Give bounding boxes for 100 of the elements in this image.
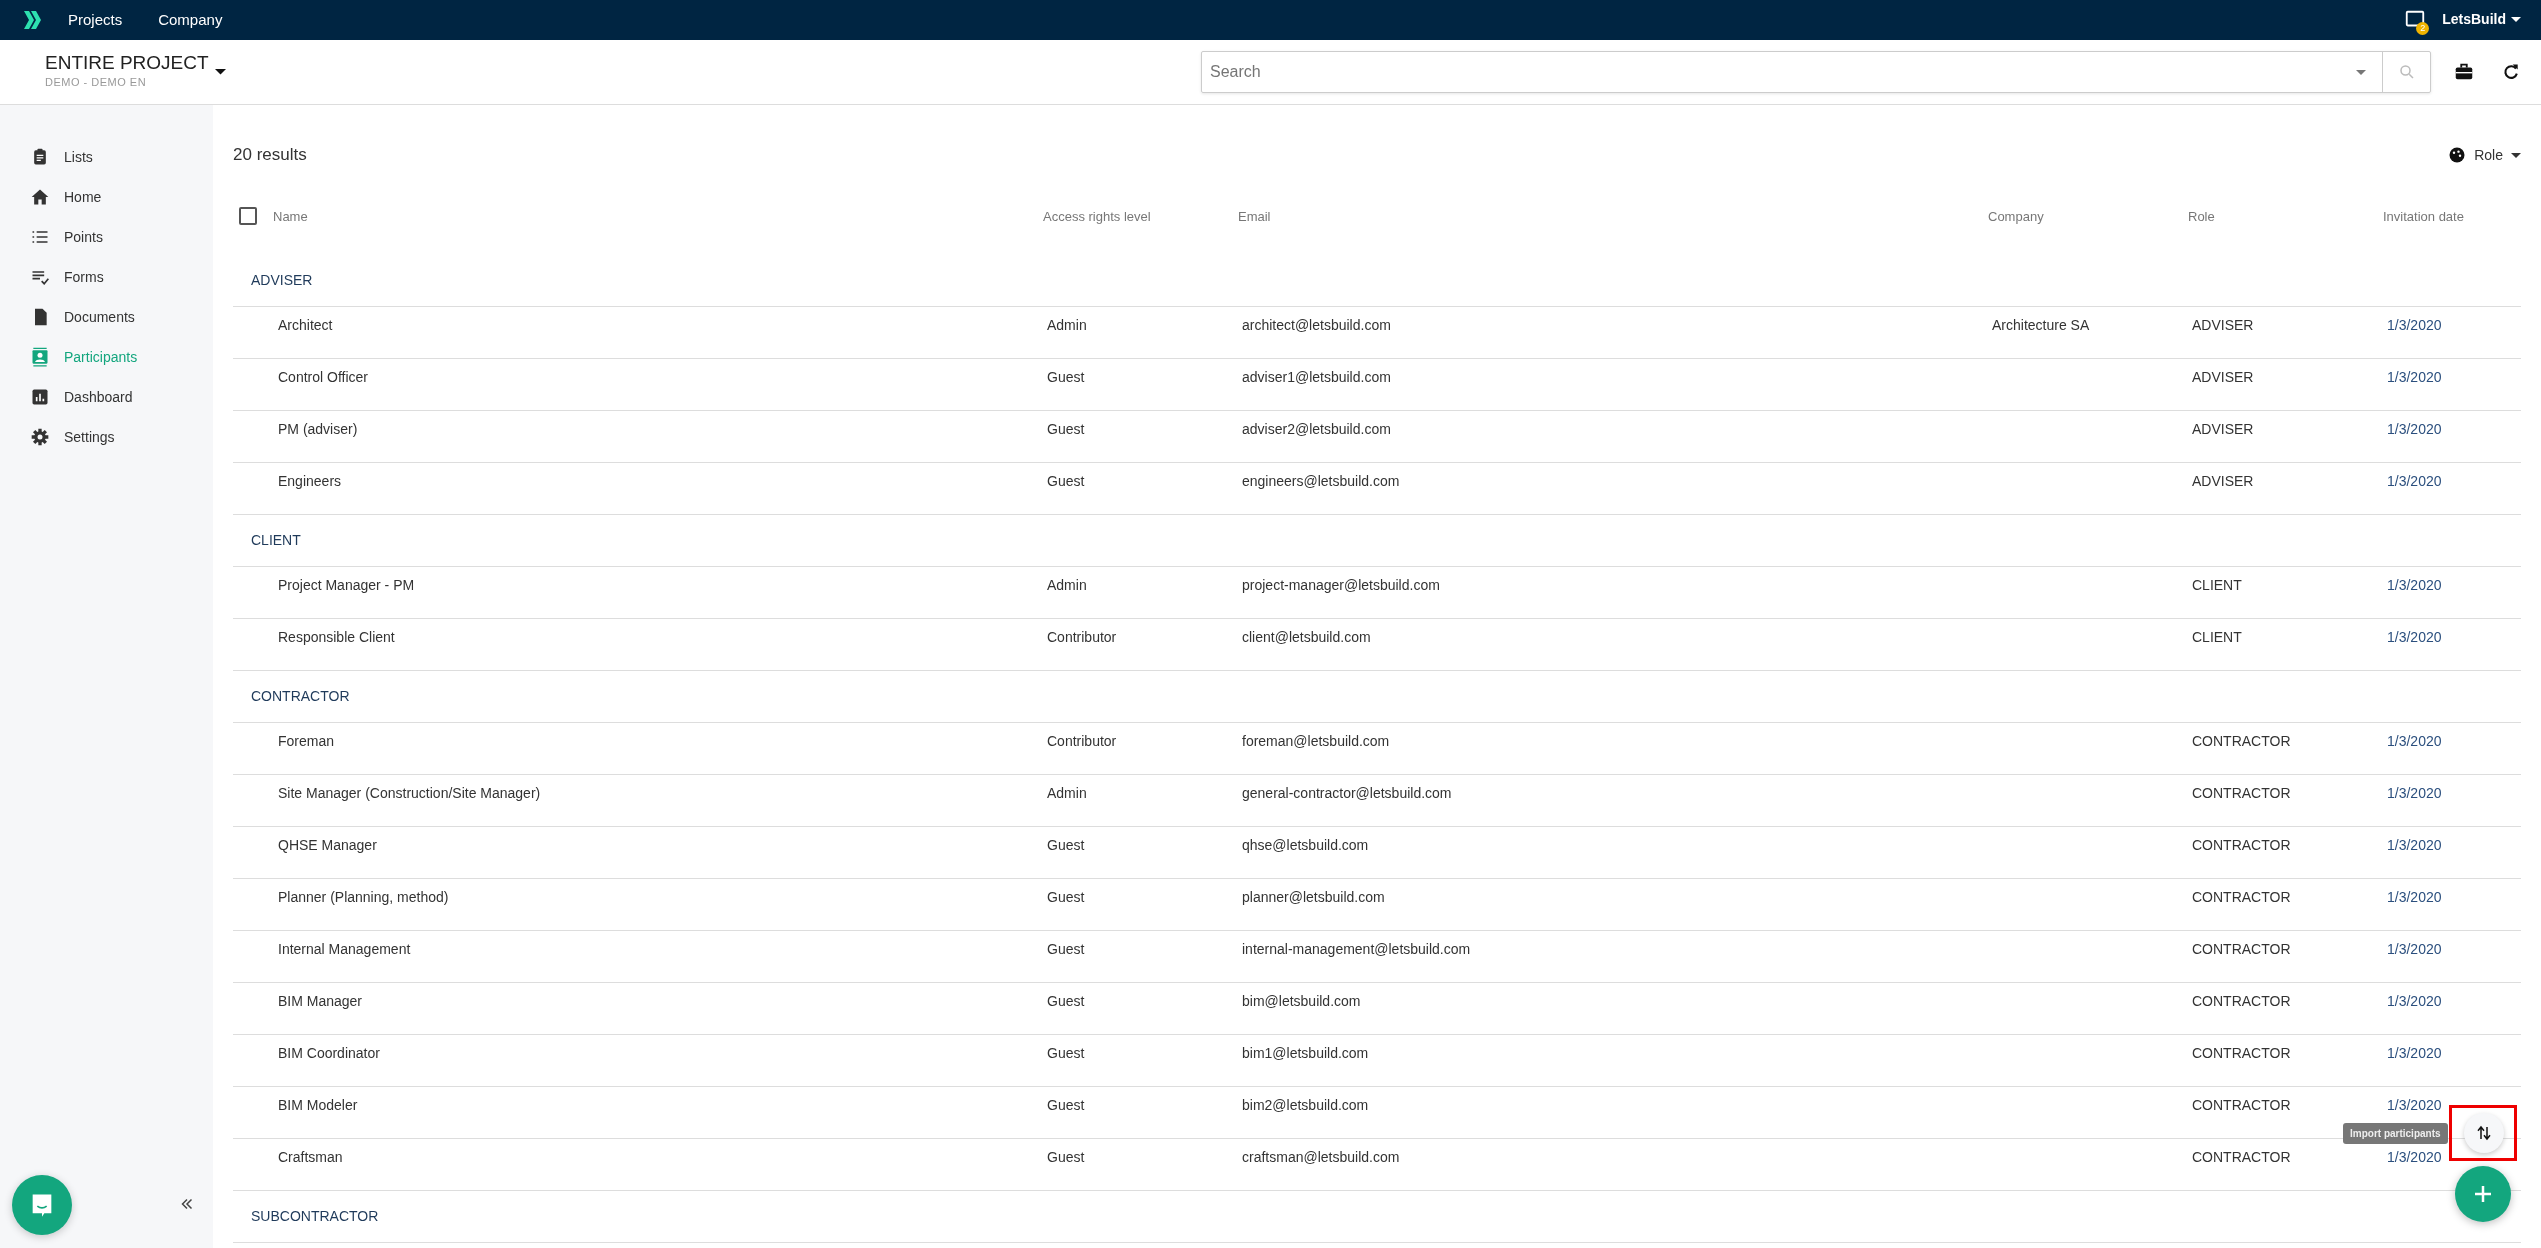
- table-cell-text: BIM Coordinator: [277, 1043, 381, 1063]
- nav-link[interactable]: Company: [158, 8, 223, 32]
- column-header[interactable]: Name: [273, 206, 1043, 227]
- table-cell-text: 1/3/2020: [2386, 471, 2443, 491]
- table-cell-text: 1/3/2020: [2386, 731, 2443, 751]
- table-cell-text: 1/3/2020: [2386, 783, 2443, 803]
- notification-count: 2: [2416, 22, 2430, 36]
- table-cell-text: 1/3/2020: [2386, 1095, 2443, 1115]
- table-cell-text: Guest: [1046, 1043, 1086, 1063]
- table-cell-text: adviser2@letsbuild.com: [1241, 419, 1392, 439]
- column-header[interactable]: Email: [1238, 206, 1988, 227]
- column-header[interactable]: Role: [2188, 206, 2383, 227]
- search-icon: [2397, 63, 2416, 81]
- tooltip: Import participants: [2343, 1123, 2448, 1144]
- table-cell-text: Control Officer: [277, 367, 369, 387]
- table-cell-text: Craftsman: [277, 1147, 344, 1167]
- sidebar-item[interactable]: Forms: [30, 257, 213, 297]
- table-cell-text: adviser1@letsbuild.com: [1241, 367, 1392, 387]
- column-header[interactable]: Access rights level: [1043, 206, 1238, 227]
- group-header[interactable]: ADVISER: [251, 270, 313, 291]
- table-cell-text: planner@letsbuild.com: [1241, 887, 1386, 907]
- table-cell-text: craftsman@letsbuild.com: [1241, 1147, 1401, 1167]
- group-header[interactable]: SUBCONTRACTOR: [251, 1206, 379, 1227]
- table-cell-text: Guest: [1046, 419, 1086, 439]
- table-cell-text: BIM Manager: [277, 991, 364, 1011]
- table-cell-text: 1/3/2020: [2386, 939, 2443, 959]
- sidebar-item[interactable]: Points: [30, 217, 213, 257]
- table-cell-text: CONTRACTOR: [2191, 1043, 2292, 1063]
- table-cell-text: Admin: [1046, 315, 1088, 335]
- table-cell-text: foreman@letsbuild.com: [1241, 731, 1391, 751]
- table-cell-text: CONTRACTOR: [2191, 835, 2292, 855]
- table-cell-text: CLIENT: [2191, 575, 2243, 595]
- table-cell-text: ADVISER: [2191, 367, 2255, 387]
- table-cell-text: Contributor: [1046, 627, 1118, 647]
- select-all-checkbox[interactable]: [239, 207, 257, 226]
- table-cell-text: engineers@letsbuild.com: [1241, 471, 1401, 491]
- group-header[interactable]: CLIENT: [251, 530, 301, 551]
- column-header[interactable]: Company: [1988, 206, 2188, 227]
- table-cell-text: Guest: [1046, 471, 1086, 491]
- table-cell-text: Engineers: [277, 471, 343, 491]
- settings-icon: [30, 427, 50, 447]
- sidebar-item[interactable]: Home: [30, 177, 213, 217]
- sidebar-item[interactable]: Documents: [30, 297, 213, 337]
- table-cell-text: Guest: [1046, 1095, 1086, 1115]
- sidebar-item[interactable]: Dashboard: [30, 377, 213, 417]
- table-cell-text: Architecture SA: [1991, 315, 2091, 335]
- table-cell-text: Guest: [1046, 835, 1086, 855]
- table-cell-text: Admin: [1046, 575, 1088, 595]
- table-cell-text: CONTRACTOR: [2191, 939, 2292, 959]
- column-header[interactable]: Invitation date: [2383, 206, 2521, 227]
- table-cell-text: 1/3/2020: [2386, 315, 2443, 335]
- caret-icon: [2511, 152, 2521, 158]
- table-cell-text: CONTRACTOR: [2191, 731, 2292, 751]
- table-cell-text: CONTRACTOR: [2191, 887, 2292, 907]
- table-cell-text: 1/3/2020: [2386, 419, 2443, 439]
- table-cell-text: bim2@letsbuild.com: [1241, 1095, 1370, 1115]
- table-cell-text: bim1@letsbuild.com: [1241, 1043, 1370, 1063]
- project-subtitle: DEMO - DEMO EN: [45, 75, 148, 91]
- import-button[interactable]: [2464, 1113, 2504, 1153]
- table-cell-text: Guest: [1046, 367, 1086, 387]
- sidebar-item[interactable]: Lists: [30, 137, 213, 177]
- table-cell-text: project-manager@letsbuild.com: [1241, 575, 1441, 595]
- table-cell-text: Guest: [1046, 1147, 1086, 1167]
- project-title: ENTIRE PROJECT: [45, 53, 209, 75]
- table-cell-text: client@letsbuild.com: [1241, 627, 1372, 647]
- table-cell-text: 1/3/2020: [2386, 991, 2443, 1011]
- table-cell-text: 1/3/2020: [2386, 1043, 2443, 1063]
- group-header[interactable]: CONTRACTOR: [251, 686, 350, 707]
- table-cell-text: QHSE Manager: [277, 835, 378, 855]
- project-selector[interactable]: ENTIRE PROJECT DEMO - DEMO EN: [45, 53, 226, 91]
- table-cell-text: Guest: [1046, 887, 1086, 907]
- table-cell-text: bim@letsbuild.com: [1241, 991, 1362, 1011]
- table-cell-text: Admin: [1046, 783, 1088, 803]
- table-cell-text: general-contractor@letsbuild.com: [1241, 783, 1453, 803]
- caret-icon: [2356, 69, 2366, 75]
- nav-link[interactable]: Projects: [68, 8, 123, 32]
- home-icon: [30, 187, 50, 207]
- table-cell-text: CONTRACTOR: [2191, 991, 2292, 1011]
- table-cell-text: 1/3/2020: [2386, 887, 2443, 907]
- account-menu[interactable]: LetsBuild: [2442, 9, 2521, 31]
- search-bar[interactable]: Search: [1201, 51, 2431, 93]
- table-cell-text: qhse@letsbuild.com: [1241, 835, 1370, 855]
- table-cell-text: Internal Management: [277, 939, 412, 959]
- sidebar-item[interactable]: Settings: [30, 417, 213, 457]
- table-cell-text: Contributor: [1046, 731, 1118, 751]
- role-filter[interactable]: Role: [2448, 144, 2521, 166]
- table-cell-text: Responsible Client: [277, 627, 396, 647]
- table-cell-text: Foreman: [277, 731, 336, 751]
- refresh-icon[interactable]: [2501, 62, 2521, 82]
- table-cell-text: CONTRACTOR: [2191, 1147, 2292, 1167]
- table-cell-text: ADVISER: [2191, 419, 2255, 439]
- table-cell-text: 1/3/2020: [2386, 627, 2443, 647]
- caret-icon: [214, 69, 226, 75]
- person-card-icon: [30, 347, 50, 367]
- add-button[interactable]: [2455, 1166, 2511, 1222]
- highlight-frame: [2449, 1105, 2517, 1161]
- table-cell-text: 1/3/2020: [2386, 367, 2443, 387]
- table-cell-text: PM (adviser): [277, 419, 359, 439]
- table-cell-text: internal-management@letsbuild.com: [1241, 939, 1472, 959]
- table-cell-text: CONTRACTOR: [2191, 1095, 2292, 1115]
